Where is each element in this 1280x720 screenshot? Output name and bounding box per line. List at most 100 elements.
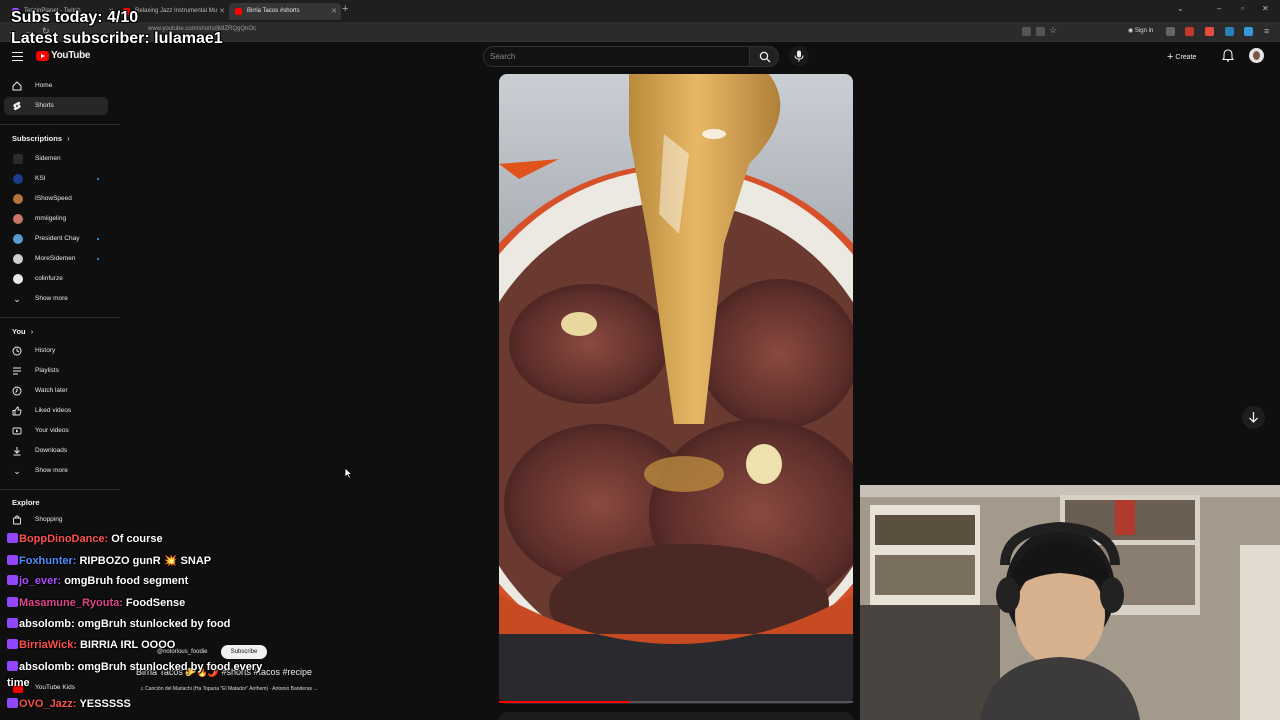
shorts-video-player[interactable] [499, 74, 853, 704]
sidebar-item-ishowspeed[interactable]: IShowSpeed [4, 190, 108, 208]
sidebar-item-colinfurze[interactable]: colinfurze [4, 270, 108, 288]
chat-message: jo_ever: omgBruh food segment [7, 575, 188, 587]
twitch-badge-icon [7, 575, 18, 585]
sidebar-item-playlists[interactable]: Playlists [4, 362, 108, 380]
create-label: Create [1175, 54, 1197, 61]
chat-message: OVO_Jazz: YESSSSS [7, 698, 131, 710]
chat-text: Of course [111, 533, 163, 545]
twitch-badge-icon [7, 698, 18, 708]
notifications-bell-icon[interactable] [1222, 49, 1234, 62]
video-progress-fill [499, 701, 630, 703]
extension-icon[interactable] [1166, 27, 1175, 36]
chat-message: absolomb: omgBruh stunlocked by food ever… [7, 661, 262, 673]
youtube-logo-text[interactable]: YouTube [51, 50, 91, 61]
chevron-right-icon: › [67, 134, 70, 143]
browser-signin-button[interactable]: ◉ Sign in [1124, 25, 1157, 38]
sidebar-item-label: Show more [35, 467, 68, 474]
explore-heading: Explore [12, 498, 40, 507]
sidebar-item-home[interactable]: Home [4, 77, 108, 95]
chat-username: absolomb: [19, 661, 75, 673]
browser-tab-birria[interactable]: Birria Tacos #shorts ✕ [229, 3, 341, 20]
sidebar-item-label: Watch later [35, 387, 68, 394]
extension-icon[interactable] [1185, 27, 1194, 36]
browser-tab-bar: TenzinPlanet - Twitch ✕ Relaxing Jazz In… [0, 0, 1280, 22]
chat-username: Foxhunter: [19, 555, 77, 567]
voice-search-button[interactable] [789, 46, 809, 66]
your-videos-icon [12, 427, 22, 435]
music-attribution[interactable]: ♫ Canción del Mariachi (Ha Topuria "El M… [140, 686, 318, 692]
you-heading[interactable]: You › [12, 327, 33, 336]
downloads-icon [13, 447, 21, 456]
chat-message-continuation: time [7, 677, 30, 689]
twitch-badge-icon [7, 555, 18, 565]
sidebar-item-liked-videos[interactable]: Liked videos [4, 402, 108, 420]
chat-text: omgBruh stunlocked by food every [77, 661, 263, 673]
home-icon [12, 81, 22, 91]
sidebar-item-shopping[interactable]: Shopping [4, 511, 108, 529]
extension-icon[interactable] [1022, 27, 1031, 36]
create-button[interactable]: + Create [1167, 49, 1196, 65]
channel-avatar [13, 194, 23, 204]
channel-avatar [13, 274, 23, 284]
guide-menu-icon[interactable] [12, 52, 23, 61]
sidebar-item-watch-later[interactable]: Watch later [4, 382, 108, 400]
webcam-feed [860, 485, 1280, 720]
channel-avatar [13, 214, 23, 224]
video-progress-bar[interactable] [499, 701, 853, 703]
extension-icon[interactable] [1036, 27, 1045, 36]
chevron-right-icon: › [30, 327, 34, 336]
extension-icon[interactable] [1205, 27, 1214, 36]
sidebar-item-your-videos[interactable]: Your videos [4, 422, 108, 440]
subscriptions-heading[interactable]: Subscriptions › [12, 134, 70, 143]
sidebar-item-ksi[interactable]: KSI [4, 170, 108, 188]
close-window-icon[interactable]: ✕ [1262, 4, 1269, 13]
playlists-icon [13, 367, 21, 375]
close-tab-icon[interactable]: ✕ [331, 3, 337, 20]
sidebar-item-president-chay[interactable]: President Chay [4, 230, 108, 248]
new-tab-icon[interactable]: + [342, 3, 348, 15]
account-avatar[interactable] [1249, 48, 1264, 63]
sidebar-item-label: mmiigeling [35, 215, 67, 222]
next-short-button[interactable] [1242, 406, 1265, 429]
close-tab-icon[interactable]: ✕ [219, 3, 225, 20]
subs-today-counter: Subs today: 4/10 [11, 9, 139, 26]
chat-message: Masamune_Ryouta: FoodSense [7, 597, 185, 609]
extension-icon[interactable] [1244, 27, 1253, 36]
minimize-icon[interactable]: – [1217, 4, 1221, 13]
subscribe-button[interactable]: Subscribe [221, 645, 267, 659]
browser-menu-icon[interactable]: ≡ [1264, 26, 1269, 36]
sidebar-item-downloads[interactable]: Downloads [4, 442, 108, 460]
bookmark-star-icon[interactable]: ☆ [1049, 25, 1057, 36]
search-input[interactable]: Search [483, 46, 750, 67]
tab-label: Birria Tacos #shorts [247, 8, 300, 14]
tab-list-chevron-icon[interactable]: ⌄ [1177, 4, 1184, 13]
next-short-preview[interactable] [499, 712, 853, 720]
sidebar-item-label: Shorts [35, 102, 54, 109]
new-content-dot [97, 178, 99, 180]
mouse-cursor-icon [344, 467, 353, 479]
chevron-down-icon: ⌄ [13, 466, 21, 476]
video-frame-birria-pot [499, 74, 853, 704]
search-button[interactable] [749, 46, 779, 67]
new-content-dot [97, 238, 99, 240]
you-show-more[interactable]: ⌄ Show more [4, 462, 108, 480]
sidebar-divider [0, 489, 120, 490]
sidebar-item-mmiigeling[interactable]: mmiigeling [4, 210, 108, 228]
chat-message: absolomb: omgBruh stunlocked by food [7, 618, 230, 630]
channel-avatar [13, 174, 23, 184]
chat-text: omgBruh stunlocked by food [77, 618, 231, 630]
sidebar-item-label: Liked videos [35, 407, 72, 414]
sidebar-item-label: Show more [35, 295, 68, 302]
sidebar-item-history[interactable]: History [4, 342, 108, 360]
youtube-logo-icon[interactable] [36, 51, 49, 61]
twitch-badge-icon [7, 597, 18, 607]
sidebar-divider [0, 124, 120, 125]
subscriptions-show-more[interactable]: ⌄ Show more [4, 290, 108, 308]
chat-text: omgBruh food segment [64, 575, 189, 587]
microphone-icon [794, 50, 804, 62]
sidebar-item-sidemen[interactable]: Sidemen [4, 150, 108, 168]
maximize-icon[interactable]: ▫ [1241, 4, 1244, 13]
extension-icon[interactable] [1225, 27, 1234, 36]
sidebar-item-moresidemen[interactable]: MoreSidemen [4, 250, 108, 268]
sidebar-item-shorts[interactable]: Shorts [4, 97, 108, 115]
